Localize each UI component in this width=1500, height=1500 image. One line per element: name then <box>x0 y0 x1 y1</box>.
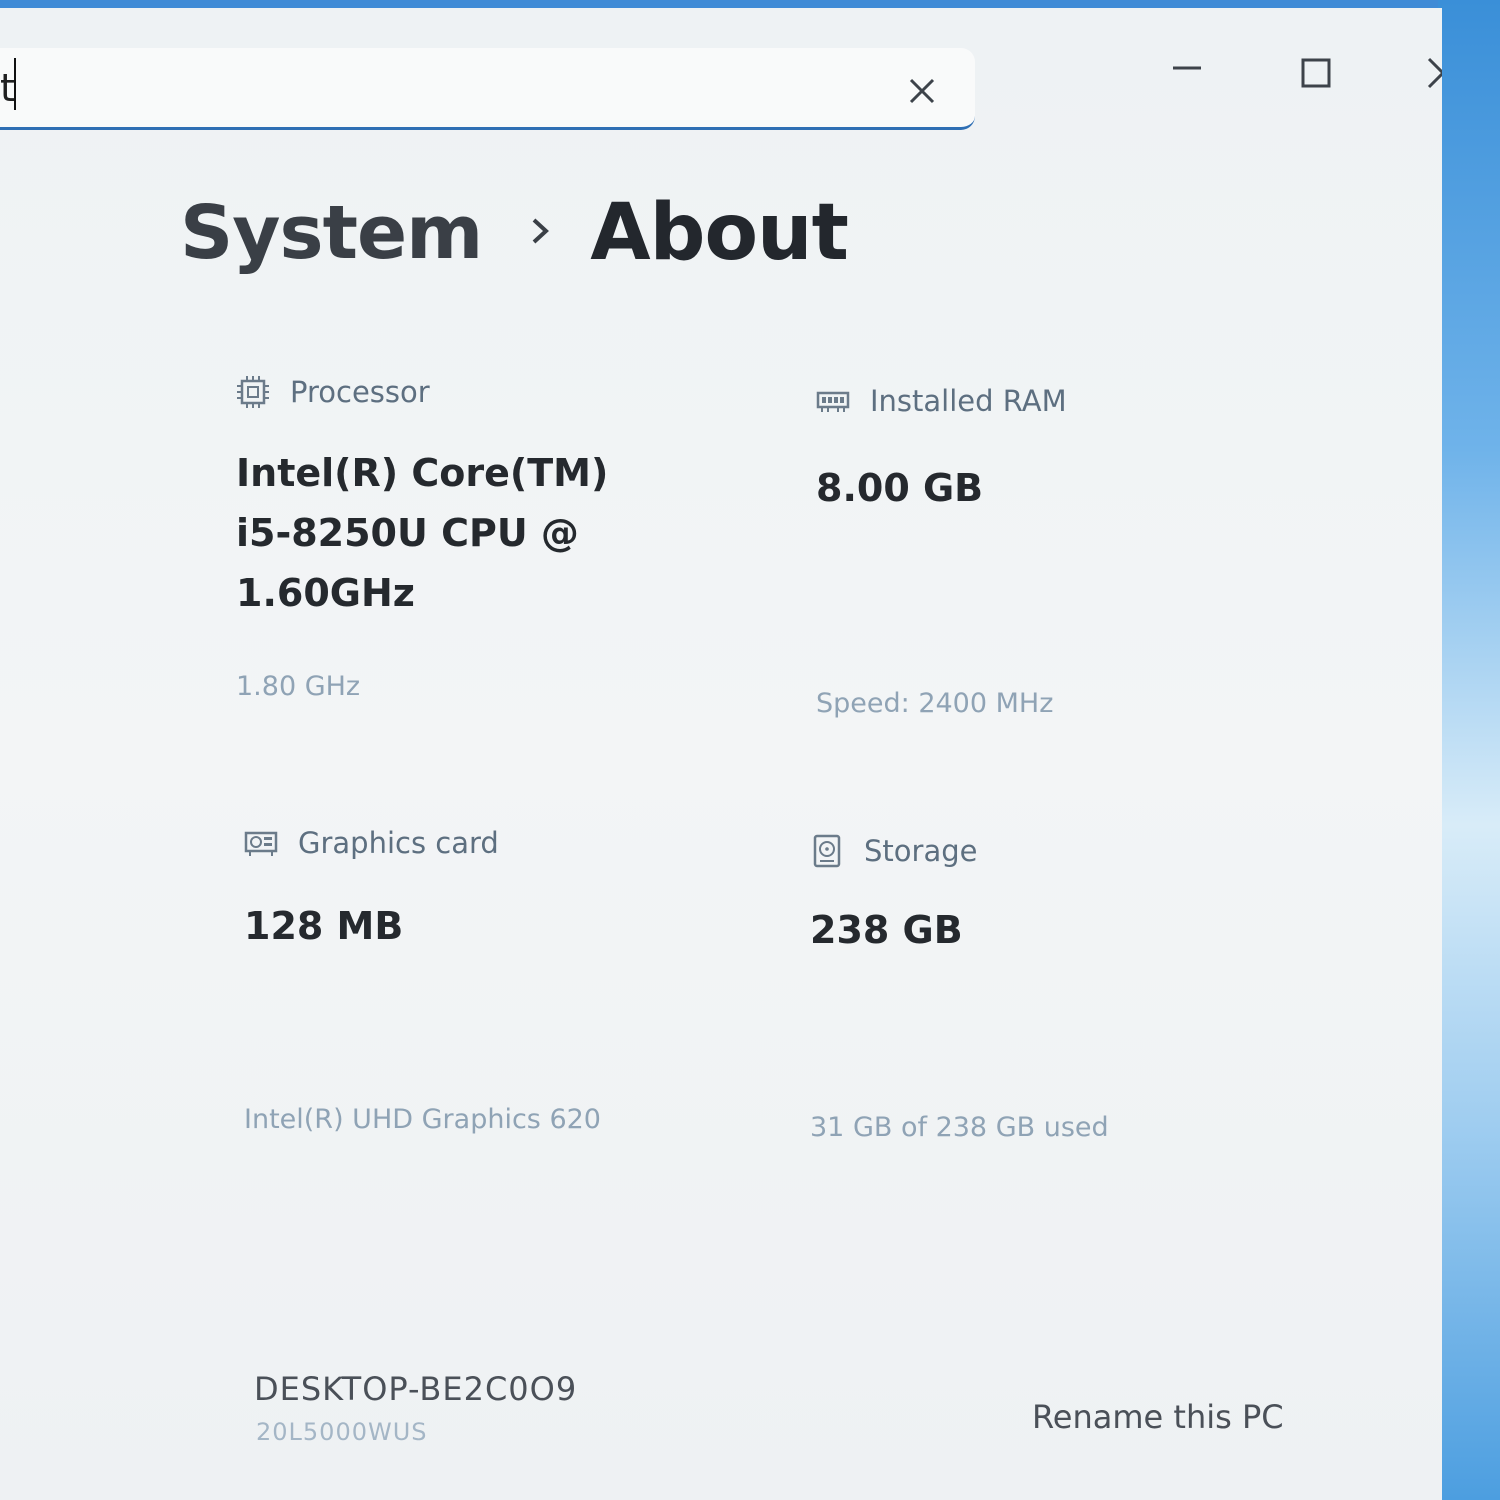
processor-value-line: i5-8250U CPU @ <box>236 511 579 555</box>
storage-usage: 31 GB of 238 GB used <box>810 1112 1109 1143</box>
text-caret <box>14 58 16 110</box>
search-box[interactable] <box>0 48 975 130</box>
search-input[interactable] <box>0 60 880 116</box>
processor-label: Processor <box>290 375 430 409</box>
settings-window: System About <box>0 8 1442 1500</box>
processor-value: Intel(R) Core(TM) i5-8250U CPU @ 1.60GHz <box>236 443 756 623</box>
device-model: 20L5000WUS <box>256 1418 428 1446</box>
storage-value: 238 GB <box>810 908 963 952</box>
ram-value: 8.00 GB <box>816 466 984 510</box>
desktop-wallpaper <box>1438 0 1500 1500</box>
graphics-value: 128 MB <box>244 904 404 948</box>
close-window-button[interactable] <box>1408 48 1442 108</box>
chevron-right-icon <box>528 214 552 252</box>
minimize-icon <box>1173 66 1201 70</box>
device-name: DESKTOP-BE2C0O9 <box>254 1370 578 1408</box>
ram-label: Installed RAM <box>870 384 1067 418</box>
storage-card: Storage 238 GB 31 GB of 238 GB used <box>810 834 1330 1143</box>
maximize-icon <box>1301 58 1331 88</box>
graphics-card-card: Graphics card 128 MB Intel(R) UHD Graphi… <box>244 826 764 1135</box>
ram-icon <box>816 391 850 412</box>
close-icon <box>909 78 935 104</box>
ram-card: Installed RAM 8.00 GB Speed: 2400 MHz <box>816 384 1336 719</box>
breadcrumb: System About <box>180 188 849 278</box>
top-accent-line <box>0 0 1500 8</box>
processor-speed: 1.80 GHz <box>236 671 361 702</box>
processor-value-line: Intel(R) Core(TM) <box>236 451 609 495</box>
maximize-button[interactable] <box>1281 48 1351 108</box>
close-icon <box>1427 57 1442 89</box>
graphics-label: Graphics card <box>298 826 499 860</box>
storage-label: Storage <box>864 834 978 868</box>
rename-pc-button[interactable]: Rename this PC <box>1032 1398 1284 1436</box>
search-clear-button[interactable] <box>900 68 944 112</box>
processor-value-line: 1.60GHz <box>236 571 415 615</box>
processor-card: Processor Intel(R) Core(TM) i5-8250U CPU… <box>236 375 756 702</box>
graphics-model: Intel(R) UHD Graphics 620 <box>244 1104 601 1135</box>
ram-speed: Speed: 2400 MHz <box>816 688 1054 719</box>
breadcrumb-system[interactable]: System <box>180 190 483 276</box>
page-title: About <box>590 188 849 278</box>
processor-icon <box>237 376 269 408</box>
graphics-card-icon <box>244 831 278 856</box>
storage-icon <box>813 834 841 868</box>
minimize-button[interactable] <box>1152 48 1222 108</box>
